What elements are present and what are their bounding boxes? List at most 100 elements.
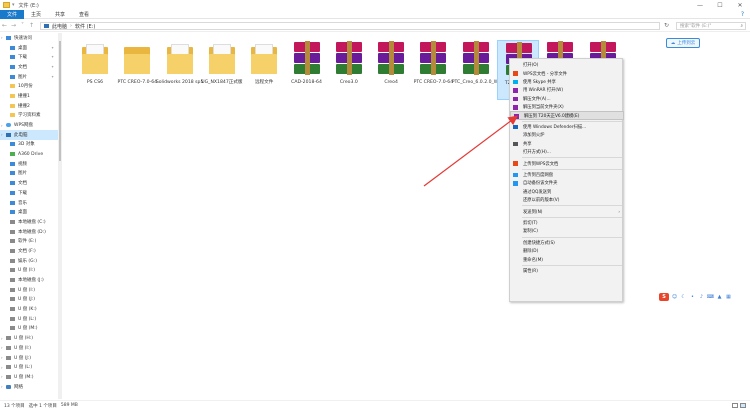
chevron-right-icon[interactable]: › bbox=[1, 345, 3, 350]
quick-access-toolbar-icon[interactable]: ▾ bbox=[12, 2, 15, 8]
context-menu-item[interactable]: 解压到当前文件夹(X) bbox=[510, 103, 624, 111]
context-menu-item[interactable]: 属性(R) bbox=[510, 267, 624, 275]
tab-file[interactable]: 文件 bbox=[0, 9, 25, 19]
sidebar-item[interactable]: 桌面 bbox=[0, 207, 58, 217]
sidebar-item[interactable]: U 盘 (M:) bbox=[0, 324, 58, 334]
chevron-right-icon[interactable]: › bbox=[1, 35, 3, 40]
archive-file-item[interactable]: PTC CREO-7.0-64 bbox=[412, 40, 454, 100]
sidebar-item[interactable]: 学习资料素 bbox=[0, 111, 58, 121]
archive-file-item[interactable]: Creo4 bbox=[370, 40, 412, 100]
sidebar-item[interactable]: 下载 ✦ bbox=[0, 52, 58, 62]
chevron-right-icon[interactable]: › bbox=[1, 123, 3, 128]
breadcrumb-drive-e[interactable]: 软件 (E:) bbox=[75, 23, 95, 30]
chevron-right-icon[interactable]: › bbox=[1, 132, 3, 137]
sidebar-item[interactable]: › U 盘 (I:) bbox=[0, 343, 58, 353]
sidebar-item[interactable]: U 盘 (J:) bbox=[0, 295, 58, 305]
archive-file-item[interactable]: CAD-2018-64 bbox=[286, 40, 328, 100]
sidebar-item[interactable]: U 盘 (K:) bbox=[0, 304, 58, 314]
context-menu-item[interactable]: 共享 bbox=[510, 140, 624, 148]
context-menu-item[interactable]: 自动备份该文件夹 bbox=[510, 179, 624, 187]
sidebar-item[interactable]: 文档 bbox=[0, 178, 58, 188]
sidebar-item[interactable]: 本地磁盘 (D:) bbox=[0, 227, 58, 237]
keyboard-icon[interactable]: ⌨ bbox=[707, 294, 714, 301]
up-arrow-icon[interactable]: ↑ bbox=[27, 22, 36, 29]
sidebar-item[interactable]: › U 盘 (J:) bbox=[0, 353, 58, 363]
sidebar-item[interactable]: 视频 bbox=[0, 159, 58, 169]
chevron-right-icon[interactable]: › bbox=[1, 355, 3, 360]
context-menu-item[interactable]: 创建快捷方式(S) bbox=[510, 239, 624, 247]
context-menu-item[interactable]: WPS云文档 - 分享文件 bbox=[510, 69, 624, 77]
folder-item[interactable]: UG_NX1847正式版 bbox=[201, 40, 243, 100]
context-menu-item[interactable]: 复制(C) bbox=[510, 227, 624, 235]
sidebar-item[interactable]: › 此电脑 bbox=[0, 129, 58, 140]
sidebar-item[interactable]: U 盘 (L:) bbox=[0, 314, 58, 324]
sidebar-item[interactable]: 图片 ✦ bbox=[0, 72, 58, 82]
minimize-button[interactable]: — bbox=[690, 0, 710, 10]
sidebar-item[interactable]: 本地磁盘 (J:) bbox=[0, 275, 58, 285]
forward-arrow-icon[interactable]: → bbox=[9, 22, 18, 29]
address-bar[interactable]: 此电脑 › 软件 (E:) bbox=[40, 22, 660, 30]
context-menu-item[interactable]: 重命名(M) bbox=[510, 255, 624, 263]
sidebar-scrollbar[interactable] bbox=[58, 33, 62, 399]
maximize-button[interactable]: ☐ bbox=[710, 0, 730, 10]
chevron-right-icon[interactable]: › bbox=[1, 336, 3, 341]
sidebar-item[interactable]: 桌面 ✦ bbox=[0, 43, 58, 53]
folder-item[interactable]: Solidworks 2018 sp5 bbox=[156, 40, 203, 100]
shirt-icon[interactable]: ▲ bbox=[716, 294, 723, 301]
sidebar-scrollbar-thumb[interactable] bbox=[59, 41, 61, 161]
context-menu-item[interactable]: 解压文件(A)... bbox=[510, 95, 624, 103]
chevron-right-icon[interactable]: › bbox=[1, 365, 3, 370]
sidebar-item[interactable]: › WPS网盘 bbox=[0, 120, 58, 130]
moon-icon[interactable]: ☾ bbox=[680, 294, 687, 301]
sidebar-item[interactable]: 文档 (F:) bbox=[0, 246, 58, 256]
tab-view[interactable]: 查看 bbox=[72, 10, 96, 19]
folder-item[interactable]: PTC CREO-7.0-64 bbox=[116, 40, 158, 100]
sidebar-item[interactable]: 下载 bbox=[0, 188, 58, 198]
large-icons-view-icon[interactable] bbox=[740, 403, 746, 408]
sidebar-item[interactable]: 撞撞1 bbox=[0, 91, 58, 101]
context-menu-item[interactable]: 打开(O) bbox=[510, 61, 624, 69]
sidebar-item[interactable]: 撞撞2 bbox=[0, 101, 58, 111]
context-menu-item[interactable]: 通过QQ发送到 bbox=[510, 188, 624, 196]
refresh-icon[interactable]: ↻ bbox=[664, 22, 673, 30]
context-menu-item[interactable]: 上传到百度网盘 bbox=[510, 171, 624, 179]
sidebar-item[interactable]: › 快速访问 bbox=[0, 33, 58, 43]
archive-file-item[interactable]: Creo3.0 bbox=[328, 40, 370, 100]
sidebar-item[interactable]: 音乐 bbox=[0, 198, 58, 208]
sidebar-item[interactable]: 软件 (E:) bbox=[0, 236, 58, 246]
details-view-icon[interactable] bbox=[732, 403, 738, 408]
sidebar-item[interactable]: 图片 bbox=[0, 169, 58, 179]
sidebar-item[interactable]: 娱乐 (G:) bbox=[0, 256, 58, 266]
sogou-logo-icon[interactable]: S bbox=[659, 293, 669, 301]
archive-file-item[interactable]: PTC_Creo_6.0.2.0_Win64 bbox=[452, 40, 508, 100]
smiley-icon[interactable]: ☺ bbox=[671, 294, 678, 301]
sidebar-item[interactable]: U 盘 (I:) bbox=[0, 285, 58, 295]
context-menu-item[interactable]: 打开方式(H)... bbox=[510, 148, 624, 156]
sidebar-item[interactable]: › U 盘 (H:) bbox=[0, 333, 58, 343]
tab-share[interactable]: 共享 bbox=[48, 10, 72, 19]
dots-icon[interactable]: • bbox=[689, 294, 696, 301]
sidebar-item[interactable]: A360 Drive bbox=[0, 149, 58, 159]
chevron-right-icon[interactable]: › bbox=[1, 374, 3, 379]
folder-item[interactable]: PS CS6 bbox=[74, 40, 116, 100]
mic-icon[interactable]: ♪ bbox=[698, 294, 705, 301]
context-menu-item[interactable]: 使用 Windows Defender扫描... bbox=[510, 123, 624, 131]
sidebar-item[interactable]: 文档 ✦ bbox=[0, 62, 58, 72]
context-menu-item[interactable]: 剪切(T) bbox=[510, 219, 624, 227]
chevron-right-icon[interactable]: › bbox=[1, 384, 3, 389]
folder-item[interactable]: 远程文件 bbox=[243, 40, 285, 100]
close-button[interactable]: ✕ bbox=[730, 0, 750, 10]
search-input[interactable]: 搜索"软件 (E:)" ⌕ bbox=[676, 22, 746, 30]
context-menu-item[interactable]: 使用 Skype 共享 bbox=[510, 78, 624, 86]
sidebar-item[interactable]: 本地磁盘 (C:) bbox=[0, 217, 58, 227]
sidebar-item[interactable]: 3D 对象 bbox=[0, 140, 58, 150]
breadcrumb-this-pc[interactable]: 此电脑 bbox=[52, 23, 67, 30]
tab-home[interactable]: 主页 bbox=[24, 10, 48, 19]
context-menu-item[interactable]: 还原以前的版本(V) bbox=[510, 196, 624, 204]
context-menu-item[interactable]: 删除(D) bbox=[510, 247, 624, 255]
recent-dropdown-icon[interactable]: ˅ bbox=[18, 22, 27, 29]
sidebar-item[interactable]: › U 盘 (M:) bbox=[0, 372, 58, 382]
context-menu-item[interactable]: 解压到 T20天正V6.0建模(E) bbox=[510, 111, 624, 120]
context-menu-item[interactable]: 上传到WPS云文档 bbox=[510, 159, 624, 167]
upload-to-cloud-button[interactable]: ☁ 上传到云 bbox=[666, 38, 700, 48]
